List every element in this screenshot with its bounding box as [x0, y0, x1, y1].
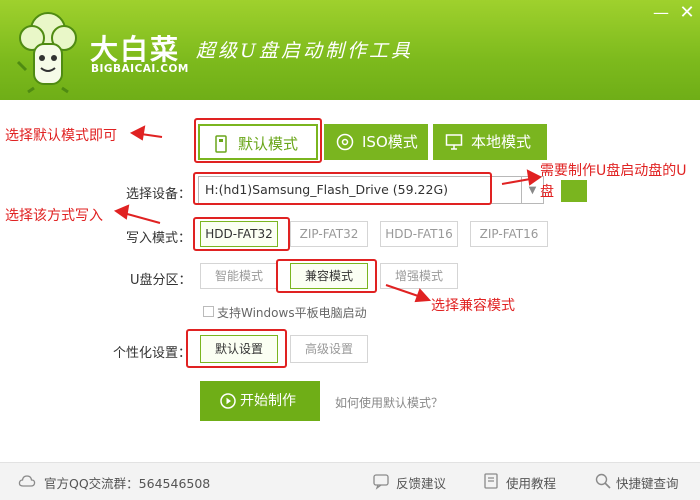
- annotation-arrows: [113, 125, 542, 303]
